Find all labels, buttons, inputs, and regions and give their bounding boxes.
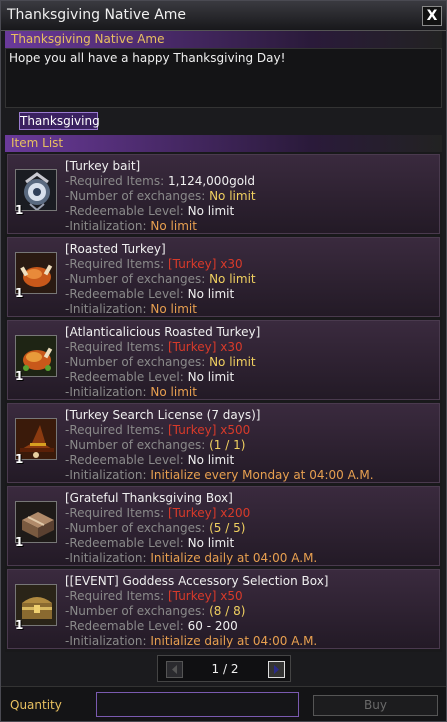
- exchanges-value: No limit: [209, 189, 256, 203]
- level-value: No limit: [187, 287, 235, 301]
- list-item[interactable]: 1 [Roasted Turkey] -Required Items: [Tur…: [7, 237, 440, 317]
- required-value: [Turkey] x50: [168, 589, 243, 603]
- item-name: [[EVENT] Goddess Accessory Selection Box…: [65, 574, 329, 588]
- item-count: 1: [15, 369, 24, 383]
- level-label: -Redeemable Level:: [65, 619, 184, 633]
- level-value: No limit: [187, 453, 235, 467]
- pagination: 1 / 2: [157, 655, 291, 682]
- exchanges-value: (1 / 1): [209, 438, 246, 452]
- init-value: No limit: [150, 302, 197, 316]
- level-value: No limit: [187, 536, 235, 550]
- exchanges-label: -Number of exchanges:: [65, 438, 206, 452]
- required-value: [Turkey] x500: [168, 423, 251, 437]
- item-count: 1: [15, 203, 24, 217]
- init-label: -Initialization:: [65, 219, 147, 233]
- chevron-right-icon: [274, 665, 279, 674]
- exchanges-label: -Number of exchanges:: [65, 189, 206, 203]
- init-value: Initialize daily at 04:00 A.M.: [150, 551, 318, 565]
- item-list: 1 [Turkey bait] -Required Items: 1,124,0…: [5, 152, 442, 652]
- init-value: Initialize every Monday at 04:00 A.M.: [150, 468, 374, 482]
- list-item[interactable]: 1 [Turkey Search License (7 days)] -Requ…: [7, 403, 440, 483]
- npc-name-header: Thanksgiving Native Ame: [5, 31, 442, 48]
- init-label: -Initialization:: [65, 634, 147, 648]
- init-label: -Initialization:: [65, 551, 147, 565]
- level-label: -Redeemable Level:: [65, 536, 184, 550]
- chevron-left-icon: [172, 665, 177, 674]
- init-label: -Initialization:: [65, 302, 147, 316]
- shop-window: Thanksgiving Native Ame X Thanksgiving N…: [0, 0, 447, 722]
- list-item[interactable]: 1 [Grateful Thanksgiving Box] -Required …: [7, 486, 440, 566]
- level-value: 60 - 200: [187, 619, 238, 633]
- exchanges-value: (8 / 8): [209, 604, 246, 618]
- window-title: Thanksgiving Native Ame: [7, 7, 187, 23]
- required-label: -Required Items:: [65, 589, 165, 603]
- quantity-label: Quantity: [10, 698, 62, 712]
- level-value: No limit: [187, 370, 235, 384]
- required-label: -Required Items:: [65, 423, 165, 437]
- item-name: [Atlanticalicious Roasted Turkey]: [65, 325, 261, 339]
- init-value: Initialize daily at 04:00 A.M.: [150, 634, 318, 648]
- item-list-header: Item List: [5, 135, 442, 152]
- init-label: -Initialization:: [65, 385, 147, 399]
- level-label: -Redeemable Level:: [65, 370, 184, 384]
- item-name: [Grateful Thanksgiving Box]: [65, 491, 233, 505]
- next-page-button[interactable]: [268, 661, 285, 678]
- item-count: 1: [15, 452, 24, 466]
- item-count: 1: [15, 618, 24, 632]
- exchanges-value: No limit: [209, 355, 256, 369]
- exchanges-label: -Number of exchanges:: [65, 521, 206, 535]
- required-label: -Required Items:: [65, 257, 165, 271]
- required-label: -Required Items:: [65, 506, 165, 520]
- item-count: 1: [15, 535, 24, 549]
- list-item[interactable]: 1 [Atlanticalicious Roasted Turkey] -Req…: [7, 320, 440, 400]
- close-button[interactable]: X: [422, 6, 442, 26]
- item-count: 1: [15, 286, 24, 300]
- item-name: [Turkey bait]: [65, 159, 141, 173]
- exchanges-label: -Number of exchanges:: [65, 272, 206, 286]
- npc-message: Hope you all have a happy Thanksgiving D…: [9, 51, 286, 65]
- list-item[interactable]: 1 [Turkey bait] -Required Items: 1,124,0…: [7, 154, 440, 234]
- required-value: 1,124,000gold: [168, 174, 255, 188]
- level-label: -Redeemable Level:: [65, 287, 184, 301]
- exchanges-label: -Number of exchanges:: [65, 355, 206, 369]
- exchanges-label: -Number of exchanges:: [65, 604, 206, 618]
- list-item[interactable]: 1 [[EVENT] Goddess Accessory Selection B…: [7, 569, 440, 649]
- quantity-input[interactable]: [96, 692, 299, 717]
- init-value: No limit: [150, 385, 197, 399]
- item-name: [Turkey Search License (7 days)]: [65, 408, 261, 422]
- required-value: [Turkey] x30: [168, 340, 243, 354]
- item-name: [Roasted Turkey]: [65, 242, 166, 256]
- level-label: -Redeemable Level:: [65, 453, 184, 467]
- exchanges-value: (5 / 5): [209, 521, 246, 535]
- prev-page-button[interactable]: [166, 661, 183, 678]
- required-value: [Turkey] x200: [168, 506, 251, 520]
- tab-thanksgiving[interactable]: Thanksgiving: [19, 112, 100, 130]
- required-label: -Required Items:: [65, 340, 165, 354]
- level-value: No limit: [187, 204, 235, 218]
- required-label: -Required Items:: [65, 174, 165, 188]
- level-label: -Redeemable Level:: [65, 204, 184, 218]
- init-value: No limit: [150, 219, 197, 233]
- required-value: [Turkey] x30: [168, 257, 243, 271]
- buy-button[interactable]: Buy: [313, 695, 438, 716]
- init-label: -Initialization:: [65, 468, 147, 482]
- footer-bar: Quantity Buy: [1, 686, 446, 721]
- page-indicator: 1 / 2: [211, 662, 239, 676]
- title-bar[interactable]: Thanksgiving Native Ame X: [1, 1, 446, 31]
- exchanges-value: No limit: [209, 272, 256, 286]
- npc-dialog-box: Hope you all have a happy Thanksgiving D…: [5, 48, 442, 108]
